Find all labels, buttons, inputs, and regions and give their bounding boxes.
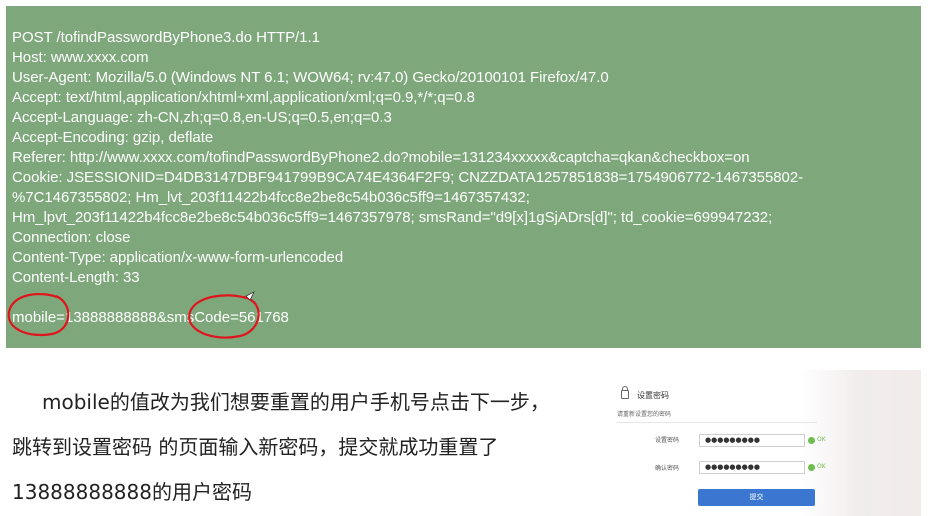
check-circle-icon — [808, 437, 815, 444]
header-cookie-line-2: %7C1467355802; Hm_lvt_203f11422b4fcc8e2b… — [12, 189, 530, 206]
submit-button[interactable]: 提交 — [698, 489, 815, 506]
confirm-password-input[interactable]: ●●●●●●●●● — [699, 461, 805, 474]
header-accept-language: Accept-Language: zh-CN,zh;q=0.8,en-US;q=… — [12, 109, 392, 126]
lock-icon — [621, 386, 629, 399]
header-cookie-line-3: Hm_lpvt_203f11422b4fcc8e2be8c54b036c5ff9… — [12, 209, 773, 226]
header-host: Host: www.xxxx.com — [12, 49, 149, 66]
header-connection: Connection: close — [12, 229, 131, 246]
password-label: 设置密码 — [654, 437, 679, 444]
header-accept: Accept: text/html,application/xhtml+xml,… — [12, 89, 475, 106]
header-content-length: Content-Length: 33 — [12, 269, 140, 286]
form-title: 设置密码 — [621, 386, 669, 402]
form-title-label: 设置密码 — [637, 391, 669, 400]
header-user-agent: User-Agent: Mozilla/5.0 (Windows NT 6.1;… — [12, 69, 609, 86]
form-divider — [617, 422, 817, 423]
password-ok-text: OK — [817, 436, 826, 443]
confirm-password-label: 确认密码 — [654, 465, 679, 472]
request-line: POST /tofindPasswordByPhone3.do HTTP/1.1 — [12, 29, 320, 46]
header-referer: Referer: http://www.xxxx.com/tofindPassw… — [12, 149, 750, 166]
header-cookie-line-1: Cookie: JSESSIONID=D4DB3147DBF941799B9CA… — [12, 169, 804, 186]
header-content-type: Content-Type: application/x-www-form-url… — [12, 249, 344, 266]
http-request-panel: POST /tofindPasswordByPhone3.do HTTP/1.1… — [6, 6, 921, 348]
request-body: mobile=13888888888&smsCode=561768 — [12, 309, 289, 326]
header-body-gap — [12, 288, 921, 308]
header-accept-encoding: Accept-Encoding: gzip, deflate — [12, 129, 214, 146]
check-circle-icon — [808, 464, 815, 471]
confirm-ok-text: OK — [817, 463, 826, 470]
form-hint: 请重新设置您的密码 — [617, 411, 672, 418]
explanation-text: mobile的值改为我们想要重置的用户手机号点击下一步，跳转到设置密码 的页面输… — [12, 390, 550, 504]
password-input[interactable]: ●●●●●●●●● — [699, 434, 805, 447]
set-password-form-screenshot: 设置密码 请重新设置您的密码 设置密码 ●●●●●●●●● OK 确认密码 ●●… — [605, 370, 921, 516]
